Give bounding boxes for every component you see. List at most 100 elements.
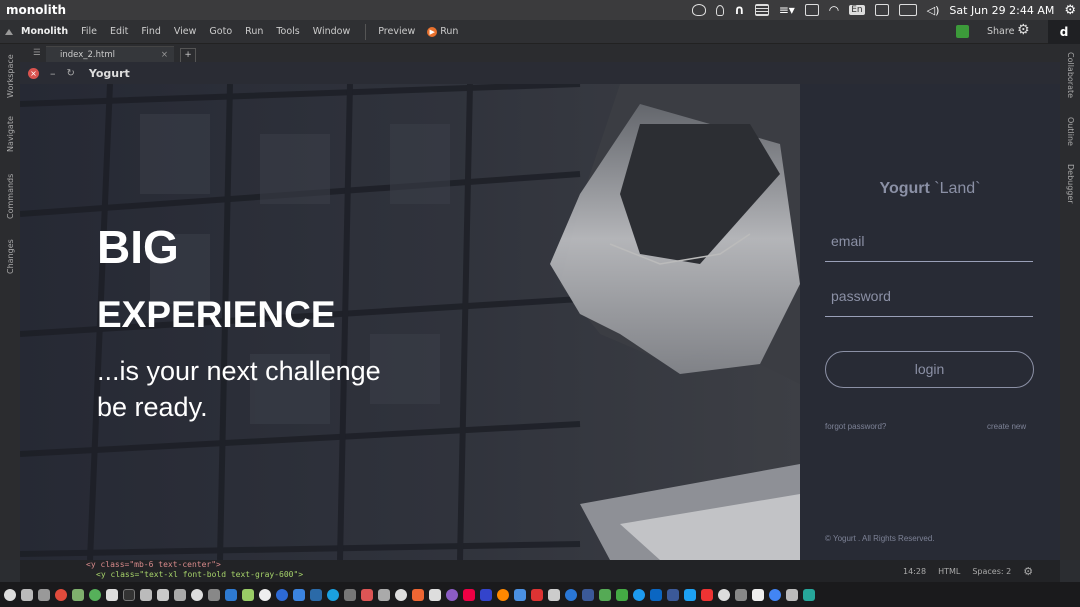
app-icon[interactable] [531,588,543,601]
app-icon[interactable] [803,588,815,601]
app-icon[interactable] [752,588,764,601]
forgot-password-link[interactable]: forgot password? [825,422,886,431]
app-icon[interactable] [480,588,492,601]
preview-button[interactable]: Preview [378,26,415,37]
gitkraken-icon[interactable] [174,588,186,601]
app-icon[interactable] [514,588,526,601]
menu-tools[interactable]: Tools [276,26,299,37]
mail-icon[interactable] [874,4,889,16]
app-icon[interactable] [701,588,713,601]
rail-outline[interactable]: Outline [1066,117,1075,146]
new-tab-button[interactable]: + [180,48,196,62]
app-icon[interactable] [582,588,594,601]
git-icon[interactable] [191,588,203,601]
list-menu-icon[interactable]: ≡▾ [779,3,795,17]
c9-logo-icon[interactable]: d [1048,20,1080,44]
menu-window[interactable]: Window [313,26,350,37]
menu-edit[interactable]: Edit [110,26,128,37]
skype-icon[interactable] [327,588,339,601]
rail-debugger[interactable]: Debugger [1066,164,1075,204]
tab-close-icon[interactable]: × [161,50,168,60]
app-icon[interactable] [599,588,611,601]
app-icon[interactable] [565,588,577,601]
gear-icon[interactable]: ⚙ [1064,3,1076,18]
menu-goto[interactable]: Goto [209,26,232,37]
app-icon[interactable] [735,588,747,601]
rail-collaborate[interactable]: Collaborate [1066,52,1075,98]
cursor-position[interactable]: 14:28 [903,567,926,576]
app-icon[interactable] [429,588,441,601]
browser-icon[interactable] [276,588,288,601]
music-icon[interactable] [55,588,67,601]
indent-setting[interactable]: Spaces: 2 [972,567,1011,576]
clipboard-icon[interactable] [804,4,819,16]
app-icon[interactable] [548,588,560,601]
chat-icon[interactable] [89,588,101,601]
app-icon[interactable] [718,588,730,601]
file-list-icon[interactable]: ☰ [33,48,41,58]
menu-file[interactable]: File [81,26,97,37]
app-icon[interactable] [769,588,781,601]
settings-gear-icon[interactable]: ⚙ [1017,22,1030,38]
github-icon[interactable] [259,588,271,601]
calculator-icon[interactable] [106,588,118,601]
rail-workspace[interactable]: Workspace [6,54,15,98]
app-icon[interactable] [667,588,679,601]
app-icon[interactable] [361,588,373,601]
sync-icon[interactable]: ∩ [734,3,745,18]
toggle-panels-icon[interactable] [5,28,13,35]
battery-icon[interactable] [898,4,917,16]
share-button[interactable]: Share [987,26,1014,37]
rail-changes[interactable]: Changes [6,239,15,274]
menu-run[interactable]: Run [245,26,263,37]
app-icon[interactable] [378,588,390,601]
datetime[interactable]: Sat Jun 29 2:44 AM [949,4,1054,17]
android-icon[interactable] [242,588,254,601]
code-editor-peek[interactable]: <y class="mb-6 text-center"> <y class="t… [20,560,900,582]
green-status-icon[interactable] [956,25,969,38]
app-icon[interactable] [344,588,356,601]
dropbox-icon[interactable] [293,588,305,601]
lightbulb-icon[interactable] [716,4,725,16]
home-icon[interactable] [38,588,50,601]
menu-monolith[interactable]: Monolith [21,26,68,37]
app-icon[interactable] [684,588,696,601]
shield-app-icon[interactable] [140,588,152,601]
vscode-icon[interactable] [225,588,237,601]
create-new-link[interactable]: create new [987,422,1026,431]
close-icon[interactable]: × [28,67,39,79]
volume-icon[interactable]: ◁) [927,4,940,17]
wifi-icon[interactable]: ◠ [829,3,839,17]
code-icon[interactable] [208,588,220,601]
terminal-icon[interactable] [123,588,135,601]
run-button[interactable]: ▶ Run [427,26,458,37]
app-icon[interactable] [446,588,458,601]
menu-view[interactable]: View [174,26,197,37]
notes-icon[interactable] [754,4,769,16]
mail-app-icon[interactable] [21,588,33,601]
app-icon[interactable] [497,588,509,601]
files-icon[interactable] [157,588,169,601]
trello-icon[interactable] [310,588,322,601]
email-field[interactable]: email [825,233,1033,262]
tab-index-2-html[interactable]: index_2.html × [46,46,174,62]
rail-navigate[interactable]: Navigate [6,116,15,152]
image-icon[interactable] [72,588,84,601]
app-icon[interactable] [616,588,628,601]
app-icon[interactable] [412,588,424,601]
app-icon[interactable] [463,588,475,601]
shield-icon[interactable] [692,4,707,16]
rail-commands[interactable]: Commands [6,174,15,219]
login-button[interactable]: login [825,351,1034,388]
minimize-icon[interactable]: – [50,67,56,80]
app-icon[interactable] [650,588,662,601]
power-icon[interactable] [4,588,16,601]
language-mode[interactable]: HTML [938,567,960,576]
app-icon[interactable] [633,588,645,601]
app-icon[interactable] [395,588,407,601]
password-field[interactable]: password [825,288,1033,317]
status-gear-icon[interactable]: ⚙ [1023,565,1033,578]
keyboard-layout-indicator[interactable]: En [849,5,865,15]
menu-find[interactable]: Find [141,26,160,37]
refresh-icon[interactable]: ↻ [67,68,75,79]
